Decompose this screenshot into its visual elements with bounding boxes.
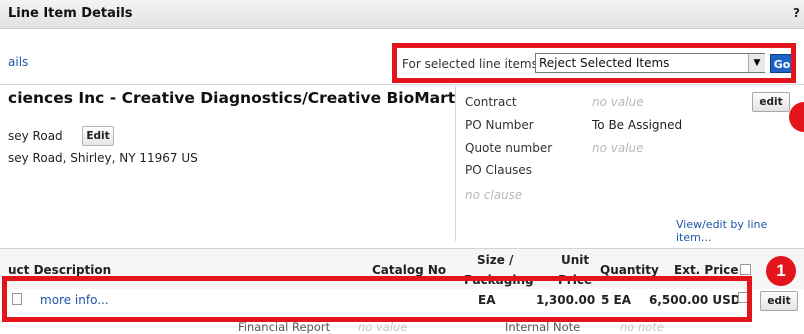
edit-row-button[interactable]: edit [760,291,798,311]
supplier-name: ciences Inc - Creative Diagnostics/Creat… [8,89,456,107]
quote-number-label: Quote number [465,141,553,155]
supplier-address-line2: sey Road, Shirley, NY 11967 US [8,151,198,165]
financial-report-label: Financial Report [238,320,331,334]
contract-value: no value [592,95,644,109]
internal-note-label: Internal Note [505,320,581,334]
row-highlight [2,276,752,322]
column-unit[interactable]: Unit [561,253,589,267]
help-icon[interactable]: ? [793,6,800,20]
select-all-checkbox[interactable] [740,264,751,275]
edit-address-button[interactable]: Edit [82,126,114,146]
divider [0,84,804,85]
no-clause-text: no clause [465,188,523,202]
quote-number-value: no value [592,141,644,155]
edit-details-button[interactable]: edit [752,92,790,112]
po-number-label: PO Number [465,118,534,132]
column-size[interactable]: Size / [477,253,513,267]
po-clauses-label: PO Clauses [465,163,533,177]
column-description[interactable]: uct Description [8,263,111,277]
page-title: Line Item Details [8,6,133,21]
details-divider [455,86,456,241]
column-catalog-no[interactable]: Catalog No [372,263,446,277]
view-edit-by-line-item-link[interactable]: View/edit by line item... [676,218,804,244]
financial-report-value: no value [358,320,408,334]
column-ext-price[interactable]: Ext. Price [674,263,739,277]
contract-label: Contract [465,95,517,109]
column-quantity[interactable]: Quantity [600,263,659,277]
selection-highlight [392,43,796,83]
internal-note-value: no note [620,320,664,334]
supplier-address-line1: sey Road [8,129,63,143]
annotation-badge: 1 [766,256,796,286]
details-link[interactable]: ails [8,55,28,69]
po-number-value: To Be Assigned [592,118,683,132]
annotation-circle [789,102,804,132]
